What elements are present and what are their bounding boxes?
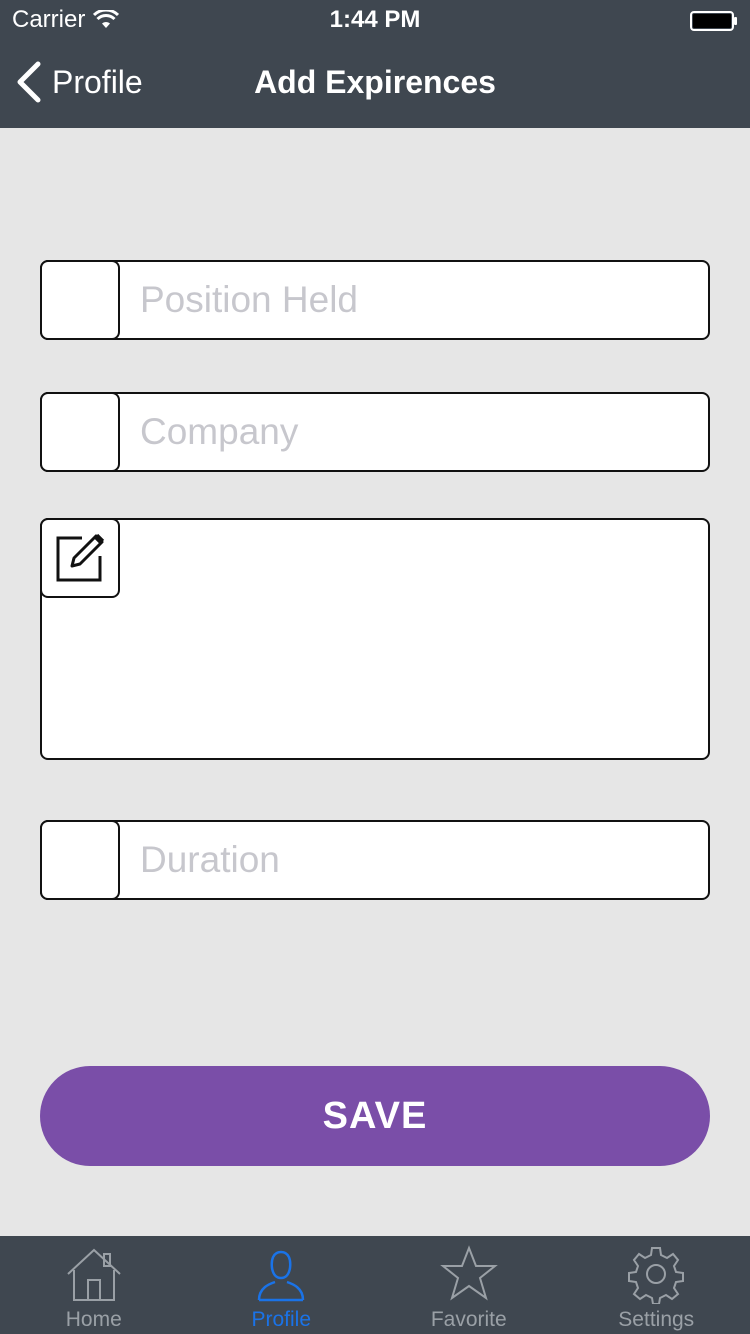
position-held-field [40,260,710,340]
tab-home[interactable]: Home [0,1236,188,1334]
company-field [40,392,710,472]
gear-icon [628,1247,685,1304]
page-title: Add Expirences [254,64,496,100]
tab-settings[interactable]: Settings [563,1236,750,1334]
navigation-header: Carrier 1:44 PM Profile Add Expirences [0,0,750,128]
field-icon-box [40,820,120,900]
edit-icon [56,533,105,582]
tab-home-label: Home [65,1308,122,1331]
home-icon [67,1248,121,1301]
status-bar: Carrier 1:44 PM [0,0,750,40]
position-held-input[interactable] [140,262,700,338]
company-input[interactable] [140,394,700,470]
save-button[interactable]: SAVE [40,1066,710,1166]
duration-field [40,820,710,900]
duration-input[interactable] [140,822,700,898]
description-field [40,518,710,760]
tab-profile[interactable]: Profile [188,1236,376,1334]
description-textarea[interactable] [140,530,700,750]
field-icon-box [40,518,120,598]
person-icon [258,1250,305,1302]
tab-bar: Home Profile Favorite Settings [0,1236,750,1334]
field-icon-box [40,260,120,340]
tab-favorite-label: Favorite [430,1308,507,1331]
status-time: 1:44 PM [329,6,421,33]
battery-icon [690,11,737,31]
tab-favorite[interactable]: Favorite [375,1236,563,1334]
tab-profile-label: Profile [251,1308,312,1331]
star-icon [439,1245,498,1301]
tab-settings-label: Settings [618,1308,695,1331]
field-icon-box [40,392,120,472]
